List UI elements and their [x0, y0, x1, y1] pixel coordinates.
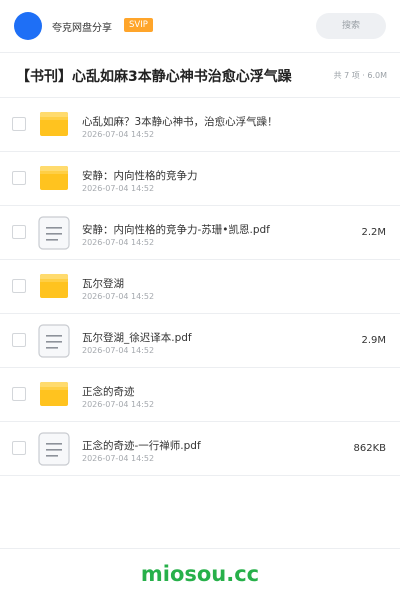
file-size: 2.9M	[361, 335, 386, 346]
avatar[interactable]	[14, 12, 42, 40]
file-size: 862KB	[353, 443, 386, 454]
file-date: 2026-07-04 14:52	[82, 454, 155, 463]
document-icon	[38, 216, 70, 250]
file-date: 2026-07-04 14:52	[82, 238, 155, 247]
select-checkbox[interactable]	[12, 441, 26, 455]
file-name[interactable]: 正念的奇迹-一行禅师.pdf	[82, 438, 201, 453]
file-name[interactable]: 瓦尔登湖	[82, 276, 124, 291]
search-button[interactable]: 搜索	[316, 13, 386, 39]
folder-icon	[38, 162, 70, 194]
select-checkbox[interactable]	[12, 225, 26, 239]
file-row[interactable]: 安静：内向性格的竞争力-苏珊•凯恩.pdf 2026-07-04 14:52 2.2…	[0, 206, 400, 260]
app-header: 夸克网盘分享 SVIP 搜索	[0, 0, 400, 52]
brand-watermark: miosou.cc	[140, 562, 260, 586]
file-name[interactable]: 正念的奇迹	[82, 384, 135, 399]
file-name[interactable]: 安静：内向性格的竞争力-苏珊•凯恩.pdf	[82, 222, 270, 237]
file-name[interactable]: 安静：内向性格的竞争力	[82, 168, 198, 183]
document-icon	[38, 432, 70, 466]
file-date: 2026-07-04 14:52	[82, 184, 155, 193]
folder-icon	[38, 108, 70, 140]
file-date: 2026-07-04 14:52	[82, 346, 155, 355]
page-title: 【书刊】心乱如麻3本静心神书治愈心浮气躁	[16, 69, 292, 85]
file-row[interactable]: 心乱如麻？3本静心神书，治愈心浮气躁！ 2026-07-04 14:52	[0, 98, 400, 152]
document-icon	[38, 324, 70, 358]
share-title-bar: 【书刊】心乱如麻3本静心神书治愈心浮气躁 共 7 项 · 6.0M	[0, 52, 400, 98]
file-date: 2026-07-04 14:52	[82, 292, 155, 301]
select-checkbox[interactable]	[12, 387, 26, 401]
file-date: 2026-07-04 14:52	[82, 130, 155, 139]
file-row[interactable]: 安静：内向性格的竞争力 2026-07-04 14:52	[0, 152, 400, 206]
file-name[interactable]: 心乱如麻？3本静心神书，治愈心浮气躁！	[82, 114, 278, 129]
select-checkbox[interactable]	[12, 117, 26, 131]
svip-badge: SVIP	[124, 18, 153, 32]
folder-icon	[38, 270, 70, 302]
folder-icon	[38, 378, 70, 410]
file-row[interactable]: 正念的奇迹-一行禅师.pdf 2026-07-04 14:52 862KB	[0, 422, 400, 476]
file-date: 2026-07-04 14:52	[82, 400, 155, 409]
select-checkbox[interactable]	[12, 333, 26, 347]
file-name[interactable]: 瓦尔登湖_徐迟译本.pdf	[82, 330, 192, 345]
file-size: 2.2M	[361, 227, 386, 238]
file-row[interactable]: 瓦尔登湖 2026-07-04 14:52	[0, 260, 400, 314]
file-row[interactable]: 瓦尔登湖_徐迟译本.pdf 2026-07-04 14:52 2.9M	[0, 314, 400, 368]
share-meta: 共 7 项 · 6.0M	[333, 71, 387, 80]
file-list: 心乱如麻？3本静心神书，治愈心浮气躁！ 2026-07-04 14:52 安静：内向…	[0, 98, 400, 476]
select-checkbox[interactable]	[12, 279, 26, 293]
footer-divider	[0, 548, 400, 549]
file-row[interactable]: 正念的奇迹 2026-07-04 14:52	[0, 368, 400, 422]
select-checkbox[interactable]	[12, 171, 26, 185]
app-name: 夸克网盘分享	[52, 23, 112, 34]
